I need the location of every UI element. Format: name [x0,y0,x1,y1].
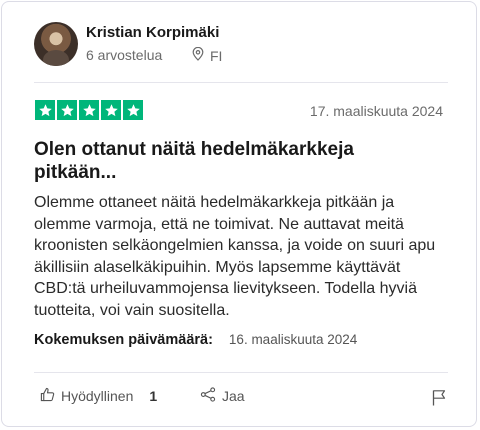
location-pin-icon [192,46,204,64]
share-icon [200,387,216,405]
experience-date: 16. maaliskuuta 2024 [228,332,358,347]
useful-button[interactable]: Hyödyllinen 1 [40,387,157,405]
reviewer-name[interactable]: Kristian Korpimäki [86,24,219,41]
review-actions: Hyödyllinen 1 Jaa [2,387,478,411]
country-code: FI [210,47,223,64]
avatar[interactable] [34,22,78,66]
star-icon [101,100,121,120]
review-title[interactable]: Olen ottanut näitä hedelmäkarkkeja pitkä… [34,138,434,184]
review-count: 6 arvostelua [86,47,163,63]
review-card: Kristian Korpimäki 6 arvostelua FI 17. m… [1,1,477,427]
star-icon [57,100,77,120]
report-button[interactable] [432,389,446,411]
review-body: Olemme ottaneet näitä hedelmäkarkkeja pi… [34,194,436,319]
divider [34,372,448,373]
share-label: Jaa [222,388,245,404]
reviewer-location: FI [192,46,223,64]
star-icon [35,100,55,120]
useful-label: Hyödyllinen [61,388,134,404]
share-button[interactable]: Jaa [200,387,245,405]
star-icon [79,100,99,120]
useful-count: 1 [149,388,158,404]
review-date: 17. maaliskuuta 2024 [309,103,443,119]
star-rating [35,100,143,120]
experience-date-row: Kokemuksen päivämäärä: 16. maaliskuuta 2… [34,332,357,348]
experience-label: Kokemuksen päivämäärä: [34,332,213,348]
star-icon [123,100,143,120]
thumbs-up-icon [40,387,55,405]
divider [34,82,448,83]
flag-icon [432,390,446,410]
